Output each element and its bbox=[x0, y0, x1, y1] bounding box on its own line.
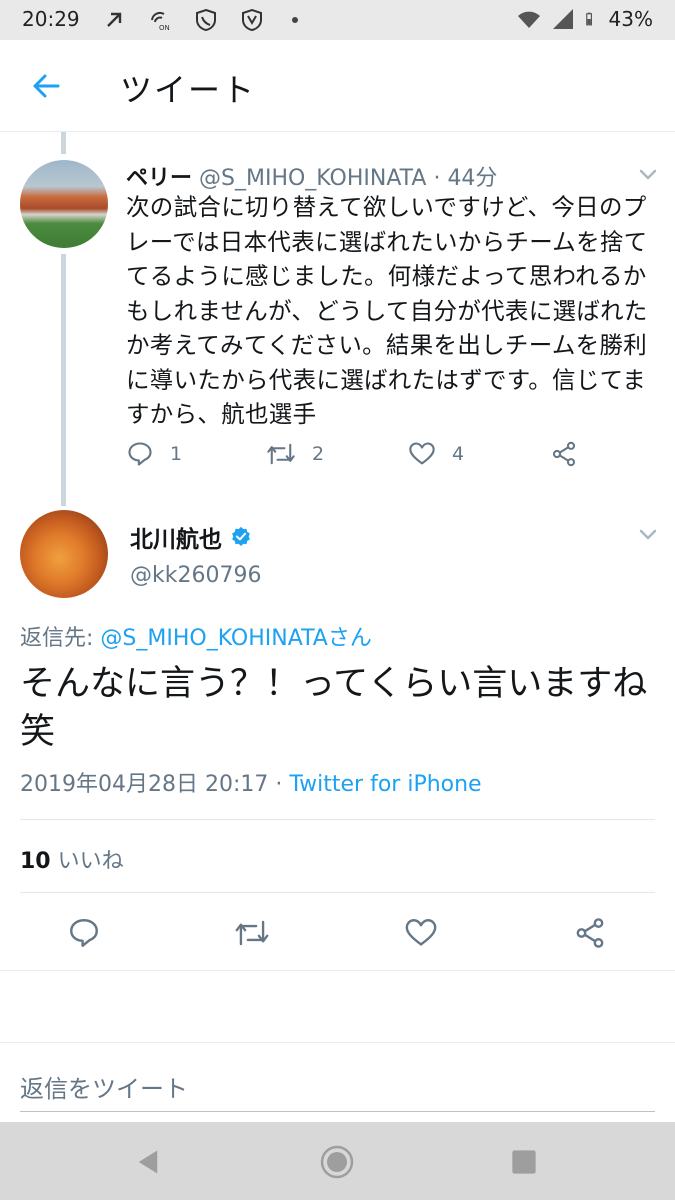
cellular-signal-icon bbox=[552, 9, 573, 29]
reply-count: 1 bbox=[170, 443, 183, 465]
tweet-actions: 1 2 4 bbox=[126, 440, 626, 476]
status-bar: 20:29 ON 43% bbox=[0, 0, 675, 40]
author-name: ペリー bbox=[126, 166, 193, 191]
share-icon bbox=[576, 918, 604, 948]
battery-percentage: 43% bbox=[608, 7, 653, 31]
nav-recents-button[interactable] bbox=[504, 1142, 544, 1182]
reply-input-underline bbox=[20, 1111, 655, 1112]
usb-debug-icon bbox=[107, 12, 122, 27]
nav-home-button[interactable] bbox=[317, 1142, 357, 1182]
wifi-calling-on-icon: ON bbox=[151, 11, 170, 32]
reply-button[interactable]: 1 bbox=[126, 440, 182, 468]
author-handle[interactable]: @kk260796 bbox=[130, 563, 261, 588]
reply-icon bbox=[128, 442, 152, 466]
app-bar: ツイート bbox=[0, 40, 675, 132]
page-title: ツイート bbox=[120, 71, 257, 109]
divider bbox=[20, 892, 655, 893]
nav-back-button[interactable] bbox=[128, 1142, 168, 1182]
retweet-button[interactable] bbox=[232, 913, 272, 953]
tweet-timestamp-source: 2019年04月28日 20:17 · Twitter for iPhone bbox=[20, 766, 482, 798]
reply-to-mention[interactable]: @S_MIHO_KOHINATAさん bbox=[100, 626, 371, 651]
share-icon bbox=[552, 441, 576, 467]
parent-tweet-header: ペリー @S_MIHO_KOHINATA · 44分 bbox=[126, 160, 497, 192]
triangle-back-icon bbox=[138, 1150, 158, 1174]
likes-label: いいね bbox=[50, 849, 124, 874]
tweet-timestamp: 2019年04月28日 20:17 · bbox=[20, 772, 290, 797]
battery-icon bbox=[585, 12, 592, 26]
retweet-count: 2 bbox=[312, 443, 325, 465]
status-time: 20:29 bbox=[22, 7, 80, 31]
circle-home-icon bbox=[320, 1145, 354, 1179]
chevron-down-icon[interactable] bbox=[636, 162, 660, 186]
status-icons-right: 43% bbox=[517, 7, 653, 31]
share-button[interactable] bbox=[570, 913, 610, 953]
reply-to-label: 返信先: bbox=[20, 626, 101, 651]
system-nav-bar bbox=[0, 1122, 675, 1200]
tweet-text: 次の試合に切り替えて欲しいですけど、今日のプレーでは日本代表に選ばれたいからチー… bbox=[126, 193, 648, 428]
avatar[interactable] bbox=[20, 510, 108, 598]
author-name-row[interactable]: 北川航也 bbox=[130, 520, 252, 554]
like-button[interactable] bbox=[401, 913, 441, 953]
divider bbox=[20, 819, 655, 820]
wifi-icon bbox=[517, 11, 540, 28]
verified-badge-icon bbox=[232, 526, 250, 546]
tweet-actions bbox=[0, 913, 675, 955]
reply-icon bbox=[70, 919, 98, 947]
likes-count: 10 bbox=[20, 849, 51, 874]
reply-composer[interactable]: 返信をツイート bbox=[0, 1042, 675, 1122]
notification-dot-icon bbox=[292, 17, 298, 23]
svg-text:ON: ON bbox=[159, 24, 170, 32]
thread-line-top bbox=[61, 132, 66, 154]
reply-button[interactable] bbox=[64, 913, 104, 953]
author-name: 北川航也 bbox=[130, 527, 222, 553]
retweet-button[interactable]: 2 bbox=[266, 440, 324, 468]
thread-line-connector bbox=[61, 254, 66, 506]
section-gap bbox=[0, 970, 675, 1042]
status-icons-left: ON bbox=[102, 8, 298, 32]
heart-icon bbox=[405, 919, 437, 946]
arrow-left-icon bbox=[33, 74, 60, 98]
reply-to-line: 返信先: @S_MIHO_KOHINATAさん bbox=[20, 620, 372, 652]
tweet-text: そんなに言う？！ってくらい言いますね笑 bbox=[20, 664, 648, 752]
tweet-source-link[interactable]: Twitter for iPhone bbox=[289, 772, 481, 797]
retweet-icon bbox=[267, 443, 295, 465]
avatar[interactable] bbox=[20, 160, 108, 248]
phone-shield-icon bbox=[196, 8, 216, 32]
likes-summary[interactable]: 10 いいね bbox=[20, 843, 124, 875]
share-button[interactable] bbox=[550, 440, 578, 468]
retweet-icon bbox=[235, 920, 269, 946]
heart-icon bbox=[409, 442, 435, 465]
author-handle-time: @S_MIHO_KOHINATA · 44分 bbox=[199, 166, 498, 191]
shield-icon bbox=[242, 8, 262, 32]
like-button[interactable]: 4 bbox=[408, 440, 464, 468]
square-recents-icon bbox=[512, 1150, 536, 1174]
like-count: 4 bbox=[452, 443, 465, 465]
reply-input[interactable]: 返信をツイート bbox=[20, 1069, 188, 1104]
chevron-down-icon[interactable] bbox=[636, 522, 660, 546]
back-button[interactable] bbox=[26, 66, 66, 106]
